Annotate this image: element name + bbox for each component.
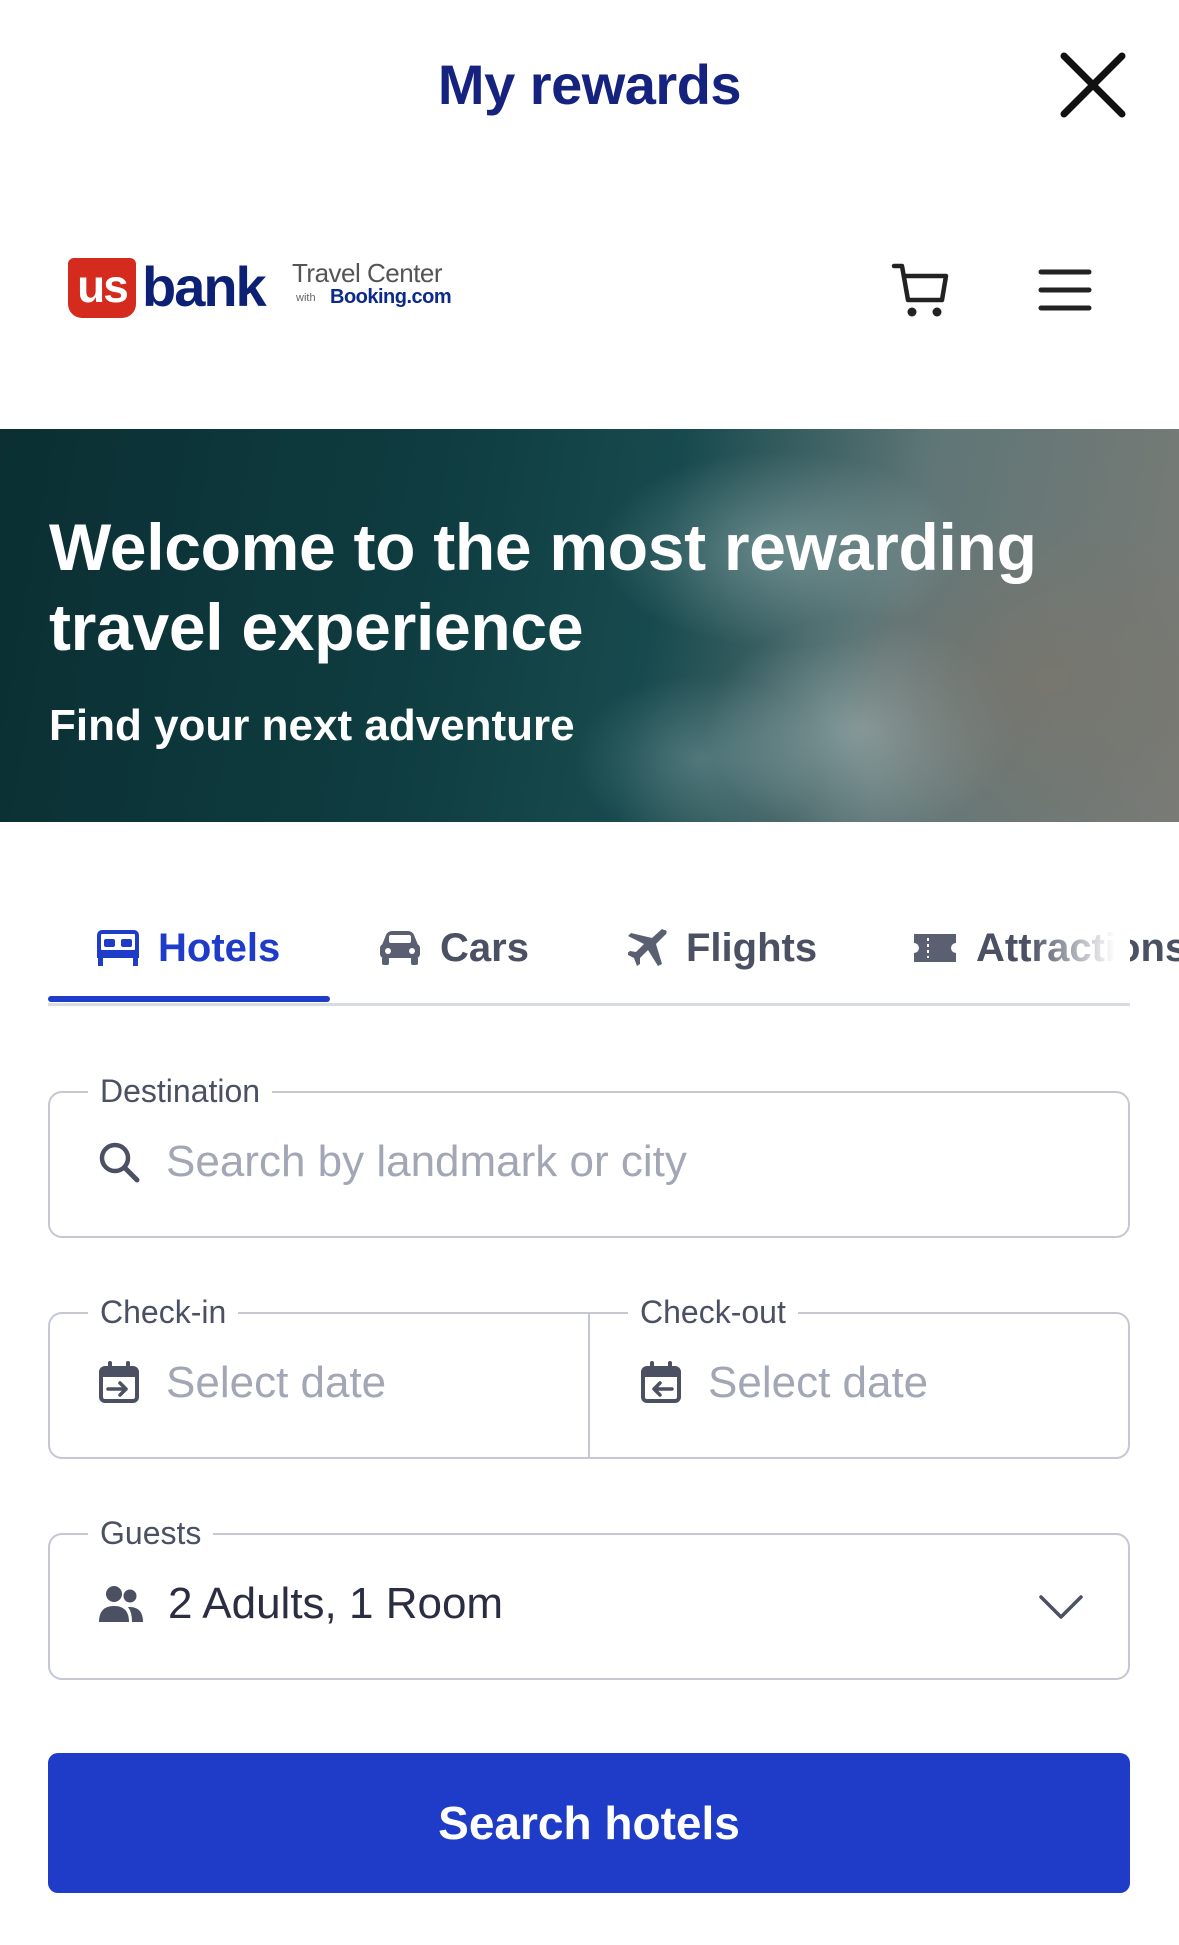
tab-hotels[interactable]: Hotels <box>96 918 280 978</box>
logo-travel-center-text: Travel Center <box>292 258 443 288</box>
logo-us-shield: us <box>68 258 136 318</box>
active-tab-indicator <box>48 996 330 1002</box>
destination-input[interactable]: Search by landmark or city <box>166 1137 687 1187</box>
calendar-in-icon <box>99 1361 139 1403</box>
chevron-down-icon[interactable] <box>1038 1593 1084 1621</box>
checkin-label: Check-in <box>88 1294 239 1331</box>
top-bar: My rewards <box>0 0 1179 170</box>
hamburger-menu-icon[interactable] <box>1035 262 1095 318</box>
tab-cars[interactable]: Cars <box>378 918 529 978</box>
plane-icon <box>628 929 667 966</box>
tab-flights-label: Flights <box>686 925 818 970</box>
tab-flights[interactable]: Flights <box>628 918 817 978</box>
tab-attractions[interactable]: Attractions <box>912 918 1179 978</box>
logo-booking-text: Booking.com <box>330 286 452 308</box>
calendar-out-icon <box>641 1361 681 1403</box>
bed-icon <box>97 930 139 966</box>
guests-field[interactable]: Guests 2 Adults, 1 Room <box>48 1515 1130 1680</box>
checkout-label: Check-out <box>628 1294 798 1331</box>
usbank-travel-center-logo[interactable]: us bank Travel Center with Booking.com <box>68 255 468 328</box>
hero-banner: Welcome to the most rewarding travel exp… <box>0 429 1179 822</box>
dates-field-group: Check-in Select date Check-out Select da… <box>48 1294 1130 1459</box>
guests-value: 2 Adults, 1 Room <box>168 1579 504 1628</box>
tab-cars-label: Cars <box>440 925 529 970</box>
tab-attractions-label: Attractions <box>976 925 1179 970</box>
search-tabs: Hotels Cars Flights Attractions <box>48 900 1179 1006</box>
people-icon <box>99 1586 143 1622</box>
cart-icon[interactable] <box>890 258 954 322</box>
checkout-input[interactable]: Select date <box>708 1358 928 1408</box>
search-hotels-button[interactable]: Search hotels <box>48 1753 1130 1893</box>
tab-hotels-label: Hotels <box>158 925 281 970</box>
close-icon[interactable] <box>1058 50 1128 120</box>
guests-label: Guests <box>88 1515 214 1552</box>
logo-bank-text: bank <box>142 255 267 318</box>
search-icon <box>99 1142 140 1183</box>
car-icon <box>380 931 420 965</box>
page-title: My rewards <box>437 53 742 116</box>
brand-bar: us bank Travel Center with Booking.com <box>0 240 1179 340</box>
hero-subheadline: Find your next adventure <box>49 701 575 750</box>
ticket-icon <box>914 934 956 962</box>
destination-label: Destination <box>88 1073 273 1110</box>
checkin-field[interactable]: Check-in Select date <box>50 1294 588 1457</box>
checkout-field[interactable]: Check-out Select date <box>590 1294 1130 1457</box>
checkin-input[interactable]: Select date <box>166 1358 386 1408</box>
destination-field[interactable]: Destination Search by landmark or city <box>48 1073 1130 1238</box>
hero-headline: Welcome to the most rewarding travel exp… <box>49 510 1037 664</box>
logo-with-text: with <box>296 292 316 304</box>
